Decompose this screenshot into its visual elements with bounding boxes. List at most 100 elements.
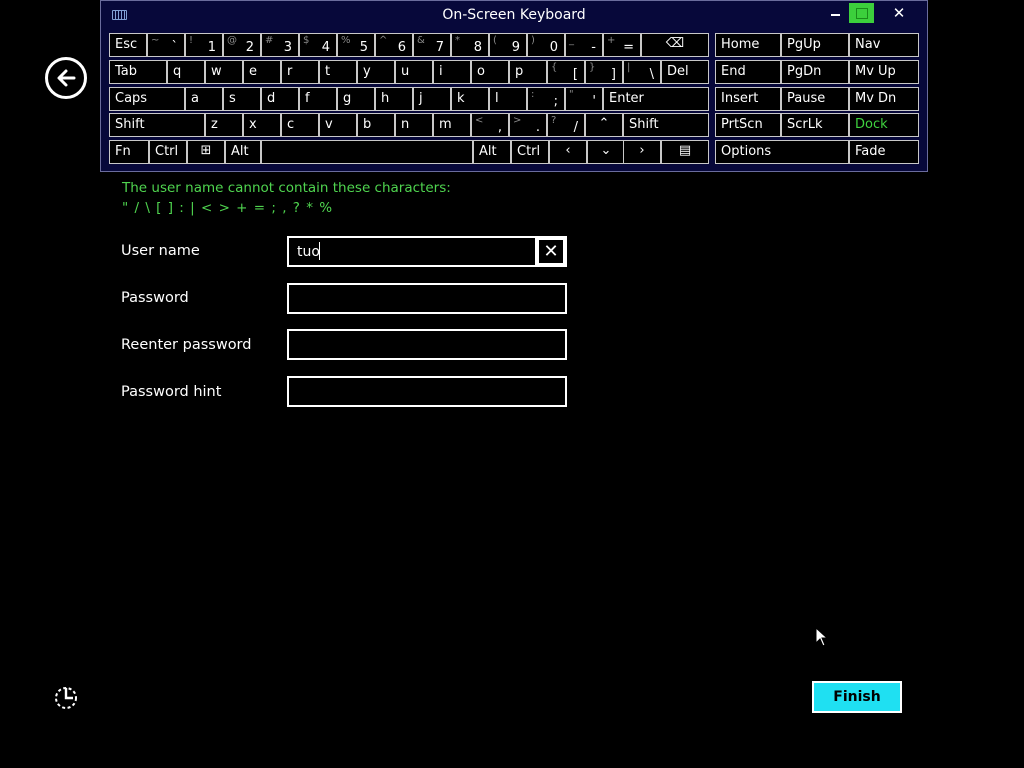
key-5[interactable]: % 5 xyxy=(337,33,375,57)
key-d[interactable]: d xyxy=(261,87,299,111)
key-9[interactable]: (9 xyxy=(489,33,527,57)
key-alt-left[interactable]: Alt xyxy=(225,140,261,164)
mouse-pointer-icon xyxy=(815,627,829,647)
key-nav[interactable]: Nav xyxy=(849,33,919,57)
key-g[interactable]: g xyxy=(337,87,375,111)
key-l[interactable]: l xyxy=(489,87,527,111)
key-del[interactable]: Del xyxy=(661,60,709,84)
key-alt-right[interactable]: Alt xyxy=(473,140,511,164)
key-esc[interactable]: Esc xyxy=(109,33,147,57)
key-n[interactable]: n xyxy=(395,113,433,137)
key-caps[interactable]: Caps xyxy=(109,87,185,111)
key-w[interactable]: w xyxy=(205,60,243,84)
key-fade[interactable]: Fade xyxy=(849,140,919,164)
key-period[interactable]: >. xyxy=(509,113,547,137)
key-slash[interactable]: ? / xyxy=(547,113,585,137)
reenter-password-input[interactable] xyxy=(287,329,567,360)
key-tab[interactable]: Tab xyxy=(109,60,167,84)
key-o[interactable]: o xyxy=(471,60,509,84)
key-dock[interactable]: Dock xyxy=(849,113,919,137)
key-prtscn[interactable]: PrtScn xyxy=(715,113,781,137)
key-scrlk[interactable]: ScrLk xyxy=(781,113,849,137)
key-comma[interactable]: <, xyxy=(471,113,509,137)
key-p[interactable]: p xyxy=(509,60,547,84)
close-button[interactable]: ✕ xyxy=(884,3,914,23)
key-1[interactable]: ! 1 xyxy=(185,33,223,57)
key-enter[interactable]: Enter xyxy=(603,87,709,111)
key-p-label-label: p xyxy=(515,64,524,79)
key-shift-left[interactable]: Shift xyxy=(109,113,205,137)
osk-titlebar[interactable]: On-Screen Keyboard ✕ xyxy=(101,1,927,31)
key-e[interactable]: e xyxy=(243,60,281,84)
key-h[interactable]: h xyxy=(375,87,413,111)
key-shift-right[interactable]: Shift xyxy=(623,113,709,137)
key-k[interactable]: k xyxy=(451,87,489,111)
key-f[interactable]: f xyxy=(299,87,337,111)
key-home[interactable]: Home xyxy=(715,33,781,57)
password-input[interactable] xyxy=(287,283,567,314)
key-quote[interactable]: " ' xyxy=(565,87,603,111)
key-options[interactable]: Options xyxy=(715,140,849,164)
key-c[interactable]: c xyxy=(281,113,319,137)
key-i[interactable]: i xyxy=(433,60,471,84)
key-ctrl-right[interactable]: Ctrl xyxy=(511,140,549,164)
key-semicolon[interactable]: :; xyxy=(527,87,565,111)
key-insert[interactable]: Insert xyxy=(715,87,781,111)
key-backspace[interactable]: ⌫ xyxy=(641,33,709,57)
key-8[interactable]: * 8 xyxy=(451,33,489,57)
key-menu[interactable]: ▤ xyxy=(661,140,709,164)
key-backslash[interactable]: | \ xyxy=(623,60,661,84)
key-0[interactable]: ) 0 xyxy=(527,33,565,57)
key-equals[interactable]: + = xyxy=(603,33,641,57)
key-quote-pri-label: ' xyxy=(592,94,596,109)
key-t[interactable]: t xyxy=(319,60,357,84)
key-ctrl-left[interactable]: Ctrl xyxy=(149,140,187,164)
key-z[interactable]: z xyxy=(205,113,243,137)
key-m[interactable]: m xyxy=(433,113,471,137)
key-q[interactable]: q xyxy=(167,60,205,84)
key-u[interactable]: u xyxy=(395,60,433,84)
key-x[interactable]: x xyxy=(243,113,281,137)
key-rbracket[interactable]: }] xyxy=(585,60,623,84)
key-end[interactable]: End xyxy=(715,60,781,84)
key-j[interactable]: j xyxy=(413,87,451,111)
ease-of-access-button[interactable] xyxy=(53,685,79,711)
key-mvup[interactable]: Mv Up xyxy=(849,60,919,84)
key-tilde[interactable]: ~ ` xyxy=(147,33,185,57)
key-minus[interactable]: _ - xyxy=(565,33,603,57)
password-hint-input[interactable] xyxy=(287,376,567,407)
clear-username-button[interactable]: ✕ xyxy=(535,236,567,267)
key-b[interactable]: b xyxy=(357,113,395,137)
username-input[interactable] xyxy=(287,236,536,267)
minimize-button[interactable] xyxy=(821,3,851,23)
finish-button[interactable]: Finish xyxy=(812,681,902,713)
maximize-button[interactable] xyxy=(849,3,874,23)
key-lbracket[interactable]: {[ xyxy=(547,60,585,84)
key-right[interactable]: › xyxy=(623,140,661,164)
key-2[interactable]: @2 xyxy=(223,33,261,57)
ease-of-access-icon xyxy=(55,687,77,709)
key-6[interactable]: ^ 6 xyxy=(375,33,413,57)
key-y[interactable]: y xyxy=(357,60,395,84)
key-v[interactable]: v xyxy=(319,113,357,137)
key-3[interactable]: #3 xyxy=(261,33,299,57)
back-button[interactable] xyxy=(45,57,87,99)
key-a[interactable]: a xyxy=(185,87,223,111)
key-mvdn[interactable]: Mv Dn xyxy=(849,87,919,111)
key-scrlk-label-label: ScrLk xyxy=(787,117,823,132)
key-up[interactable]: ⌃ xyxy=(585,113,623,137)
key-fn[interactable]: Fn xyxy=(109,140,149,164)
key-4[interactable]: $4 xyxy=(299,33,337,57)
key-windows[interactable]: ⊞ xyxy=(187,140,225,164)
key-l-label-label: l xyxy=(495,91,499,106)
key-7-sec-label: & xyxy=(417,35,425,46)
key-down[interactable]: ⌄ xyxy=(587,140,625,164)
key-left[interactable]: ‹ xyxy=(549,140,587,164)
key-7[interactable]: & 7 xyxy=(413,33,451,57)
key-pgdn[interactable]: PgDn xyxy=(781,60,849,84)
key-pause[interactable]: Pause xyxy=(781,87,849,111)
key-space[interactable] xyxy=(261,140,473,164)
key-s[interactable]: s xyxy=(223,87,261,111)
key-pgup[interactable]: PgUp xyxy=(781,33,849,57)
key-r[interactable]: r xyxy=(281,60,319,84)
